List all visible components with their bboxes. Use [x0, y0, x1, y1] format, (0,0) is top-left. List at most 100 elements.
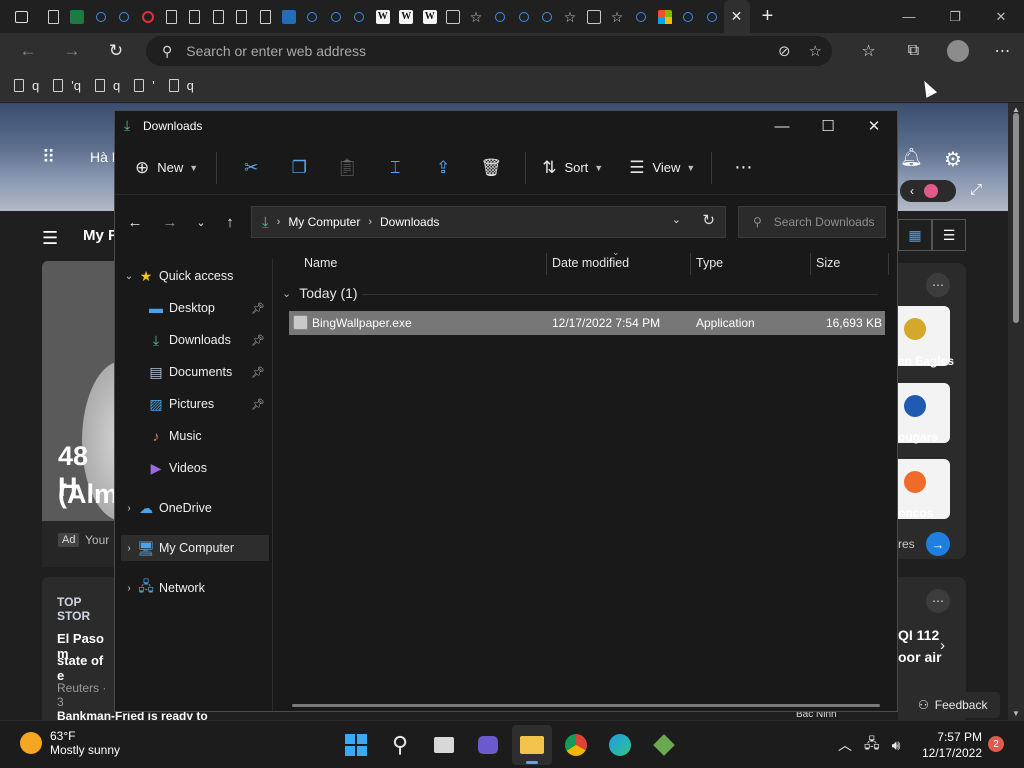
browser-tab[interactable] — [183, 0, 207, 33]
restore-button[interactable]: ❐ — [932, 0, 978, 33]
nav-network[interactable]: › 🖧︎ Network — [121, 575, 269, 601]
browser-tab[interactable]: ☆ — [465, 0, 489, 33]
horizontal-scrollbar[interactable] — [292, 704, 880, 707]
collections-button[interactable]: ⧉ — [891, 33, 936, 69]
team-name[interactable]: en Eagles — [898, 354, 954, 368]
nav-onedrive[interactable]: › ☁ OneDrive — [121, 495, 269, 521]
breadcrumb-item[interactable]: My Computer — [288, 215, 360, 229]
browser-tab[interactable] — [489, 0, 513, 33]
browser-tab[interactable] — [89, 0, 113, 33]
nav-videos[interactable]: ▶ Videos — [121, 455, 269, 481]
more-options-icon[interactable]: ⋯ — [926, 589, 950, 613]
scroll-down-icon[interactable]: ▼ — [1008, 709, 1024, 718]
forward-button[interactable]: → — [156, 203, 184, 241]
refresh-icon[interactable]: ↻ — [702, 211, 715, 229]
nav-my-computer[interactable]: › 🖥︎ My Computer — [121, 535, 269, 561]
browser-tab[interactable] — [301, 0, 325, 33]
add-favorite-icon[interactable]: ☆ — [809, 42, 822, 60]
new-button[interactable]: ⊕ New ▼ — [135, 152, 198, 184]
browser-tab[interactable] — [536, 0, 560, 33]
browser-tab[interactable] — [136, 0, 160, 33]
file-explorer-button[interactable] — [512, 725, 552, 765]
browser-tab[interactable]: W — [371, 0, 395, 33]
bookmark-item[interactable]: 'q — [53, 78, 81, 93]
new-tab-button[interactable]: + — [750, 0, 786, 33]
feed-tab[interactable]: My F — [83, 227, 117, 244]
browser-tab[interactable] — [113, 0, 137, 33]
browser-tab[interactable]: ☆ — [559, 0, 583, 33]
network-icon[interactable]: 🖧︎ — [864, 733, 880, 757]
rewards-pill[interactable]: ‹ — [900, 180, 956, 202]
chevron-down-icon[interactable]: ⌄ — [672, 213, 681, 226]
team-name[interactable]: ougars — [898, 430, 938, 444]
list-layout-icon[interactable]: ☰ — [932, 219, 966, 251]
nav-desktop[interactable]: ▬ Desktop 📌︎ — [121, 295, 269, 321]
ad-strip[interactable]: Ad Your — [42, 521, 114, 567]
browser-tab[interactable] — [700, 0, 724, 33]
column-divider[interactable] — [546, 253, 547, 275]
chevron-right-icon[interactable]: › — [121, 583, 137, 594]
browser-tab[interactable]: ☆ — [606, 0, 630, 33]
chevron-right-icon[interactable]: › — [940, 637, 945, 654]
breadcrumb-item[interactable]: Downloads — [380, 215, 439, 229]
forward-button[interactable]: → — [50, 33, 94, 69]
browser-tab[interactable] — [583, 0, 607, 33]
gear-icon[interactable]: ⚙ — [944, 147, 962, 172]
bookmark-item[interactable]: q — [14, 78, 39, 93]
cut-button[interactable]: ✂ — [227, 158, 275, 178]
browser-tab[interactable] — [348, 0, 372, 33]
minimize-button[interactable]: — — [759, 111, 805, 141]
browser-tab[interactable] — [512, 0, 536, 33]
browser-tab[interactable] — [277, 0, 301, 33]
edge-button[interactable] — [600, 725, 640, 765]
maximize-button[interactable]: ☐ — [805, 111, 851, 141]
browser-tab[interactable] — [324, 0, 348, 33]
close-icon[interactable]: ✕ — [731, 8, 743, 25]
browser-tab[interactable]: W — [395, 0, 419, 33]
column-divider[interactable] — [690, 253, 691, 275]
top-stories-card[interactable]: TOP STOR El Paso m state of e Reuters · … — [42, 577, 114, 720]
feedback-button[interactable]: ⚇ Feedback — [906, 692, 1000, 718]
menu-icon[interactable]: ☰ — [42, 228, 58, 249]
notification-badge[interactable]: 2 — [988, 736, 1004, 752]
column-name[interactable]: Name — [304, 256, 337, 270]
more-options-icon[interactable]: ⋯ — [926, 273, 950, 297]
nav-music[interactable]: ♪ Music — [121, 423, 269, 449]
rename-button[interactable]: ⌶ — [371, 158, 419, 178]
copy-button[interactable]: ❐ — [275, 158, 323, 178]
expand-icon[interactable]: ⤢ — [970, 181, 982, 198]
browser-tab[interactable] — [207, 0, 231, 33]
chat-button[interactable] — [468, 725, 508, 765]
bookmark-item[interactable]: ' — [134, 78, 155, 93]
nav-downloads[interactable]: ⤓ Downloads 📌︎ — [121, 327, 269, 353]
delete-button[interactable]: 🗑︎ — [467, 158, 515, 178]
chevron-right-icon[interactable]: › — [121, 503, 137, 514]
explorer-title-bar[interactable]: ⤓ Downloads — ☐ ✕ — [115, 111, 897, 141]
column-size[interactable]: Size — [816, 256, 840, 270]
volume-icon[interactable]: 🔊︎ — [892, 737, 901, 754]
avatar[interactable] — [947, 40, 969, 62]
minecraft-button[interactable] — [644, 725, 684, 765]
scrollbar-thumb[interactable] — [1013, 113, 1019, 323]
search-box[interactable]: ⚲ Search Downloads — [738, 206, 886, 238]
browser-tab[interactable] — [442, 0, 466, 33]
nav-documents[interactable]: ▤ Documents 📌︎ — [121, 359, 269, 385]
browser-tab[interactable]: W — [418, 0, 442, 33]
browser-tab[interactable] — [230, 0, 254, 33]
page-scrollbar[interactable]: ▲ ▼ — [1008, 103, 1024, 720]
chevron-down-icon[interactable]: ⌄ — [121, 271, 137, 282]
browser-tab-active[interactable]: ✕ — [723, 0, 750, 33]
nav-quick-access[interactable]: ⌄ ★ Quick access — [121, 263, 269, 289]
paste-button[interactable]: 📋︎ — [323, 158, 371, 178]
address-bar[interactable]: ⚲ Search or enter web address ⊘ ☆ — [146, 36, 832, 66]
browser-tab[interactable] — [66, 0, 90, 33]
bookmark-item[interactable]: q — [94, 78, 120, 93]
close-button[interactable]: ✕ — [978, 0, 1024, 33]
clock[interactable]: 7:57 PM 12/17/2022 — [918, 729, 982, 761]
weather-widget[interactable]: 63°F Mostly sunny — [20, 729, 120, 757]
back-button[interactable]: ← — [6, 33, 50, 69]
browser-tab[interactable] — [630, 0, 654, 33]
group-header[interactable]: ⌄ Today (1) — [282, 285, 878, 301]
file-row[interactable]: BingWallpaper.exe 12/17/2022 7:54 PM App… — [289, 311, 885, 335]
chevron-right-icon[interactable]: › — [121, 543, 137, 554]
